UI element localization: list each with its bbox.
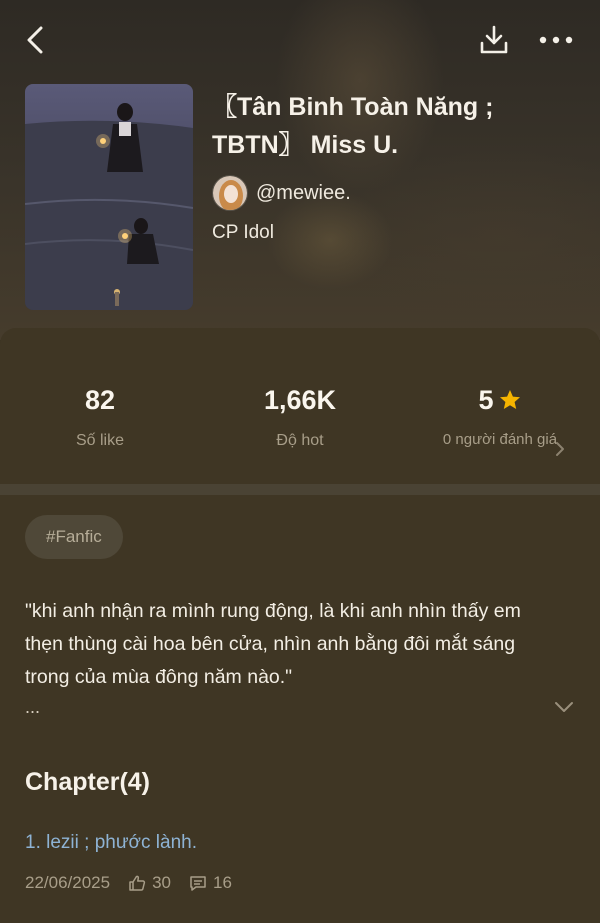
rating-label: 0 người đánh giá xyxy=(442,431,558,448)
thumbs-up-icon xyxy=(129,875,146,891)
back-button[interactable] xyxy=(18,22,52,58)
story-cover-image[interactable] xyxy=(25,84,193,310)
likes-label: Số like xyxy=(75,432,125,449)
story-description: "khi anh nhận ra mình rung động, là khi … xyxy=(25,600,521,688)
hot-label: Độ hot xyxy=(276,432,324,449)
chapter-likes: 30 xyxy=(128,873,171,893)
hot-count: 1,66K xyxy=(263,385,337,415)
rating-value-wrap: 5 xyxy=(400,380,600,420)
chapter-likes-count: 30 xyxy=(152,873,172,892)
star-icon xyxy=(499,390,520,409)
stat-hot: 1,66K Độ hot xyxy=(200,380,400,452)
chapter-comments: 16 xyxy=(189,873,232,893)
download-icon xyxy=(480,25,508,54)
author-name: @mewiee. xyxy=(256,181,351,204)
section-divider xyxy=(0,484,600,495)
chapters-heading: Chapter(4) xyxy=(25,768,151,796)
chevron-right-icon[interactable] xyxy=(554,440,566,458)
author-link[interactable]: @mewiee. xyxy=(212,173,351,213)
tag-fanfic[interactable]: #Fanfic xyxy=(25,515,123,559)
chevron-left-icon xyxy=(27,26,43,54)
likes-count: 82 xyxy=(84,385,116,415)
more-dots-icon xyxy=(539,36,573,44)
comment-icon xyxy=(190,876,206,891)
top-bar xyxy=(0,0,600,80)
download-button[interactable] xyxy=(474,20,514,60)
rating-value: 5 xyxy=(478,385,494,415)
chevron-down-icon[interactable] xyxy=(552,698,576,716)
chapter-comments-count: 16 xyxy=(213,873,232,892)
chapter-link[interactable]: 1. lezii ; phước lành. xyxy=(25,832,197,854)
description-more: ... xyxy=(25,697,41,717)
stat-likes: 82 Số like xyxy=(0,380,200,452)
chapter-date: 22/06/2025 xyxy=(25,873,111,892)
stats-row: 82 Số like 1,66K Độ hot 5 0 người đánh g… xyxy=(0,328,600,478)
avatar xyxy=(212,175,248,211)
chapter-meta: 22/06/2025 30 16 xyxy=(25,870,250,896)
story-title: 〖Tân Binh Toàn Năng ; TBTN〗 Miss U. xyxy=(212,93,494,159)
more-options-button[interactable] xyxy=(534,20,578,60)
story-category[interactable]: CP Idol xyxy=(212,222,274,244)
stat-rating[interactable]: 5 0 người đánh giá xyxy=(400,380,600,450)
